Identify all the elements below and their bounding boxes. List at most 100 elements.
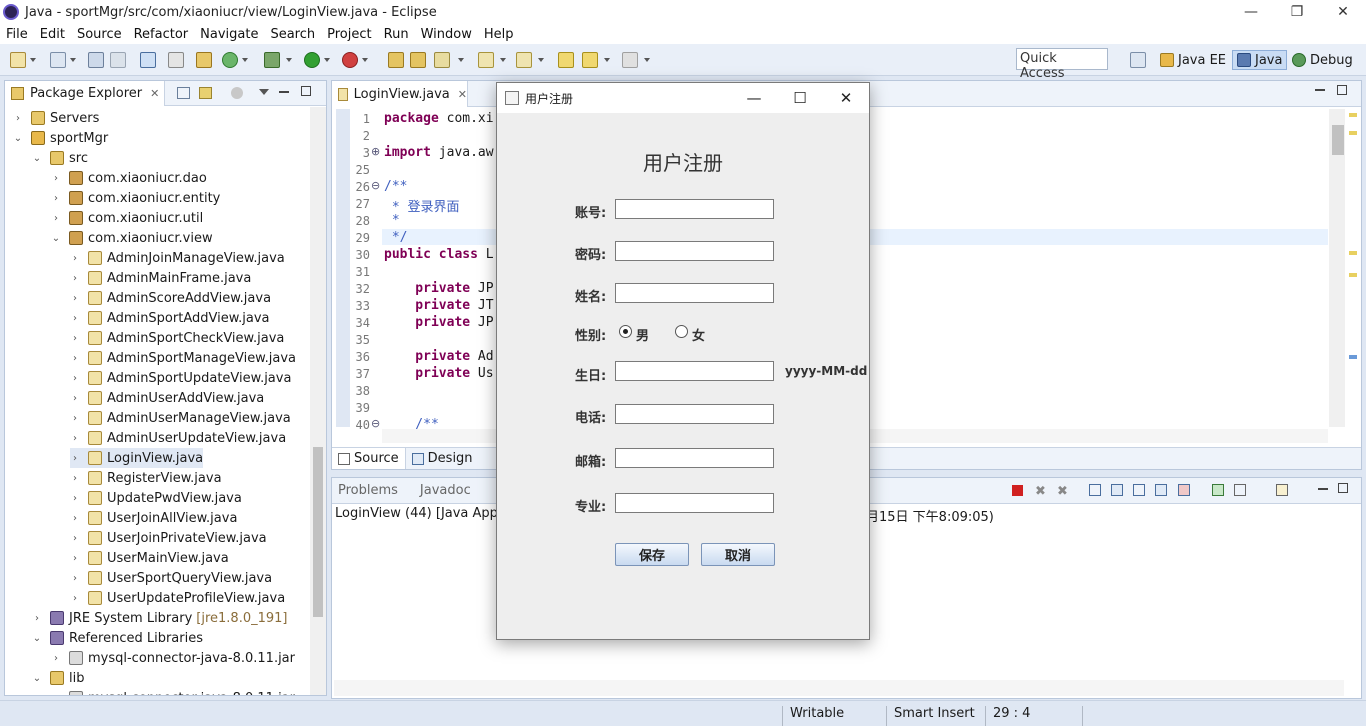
tree-item[interactable]: › UserSportQueryView.java [70, 568, 272, 588]
tree-item[interactable]: › JRE System Library [jre1.8.0_191] [32, 608, 287, 628]
tree-item[interactable]: › LoginView.java [70, 448, 204, 468]
menu-help[interactable]: Help [484, 27, 514, 42]
tree-item[interactable]: › UpdatePwdView.java [70, 488, 242, 508]
tree-item[interactable]: › AdminJoinManageView.java [70, 248, 285, 268]
scroll-lock-icon[interactable] [1111, 484, 1123, 496]
collapsed-icon[interactable]: › [70, 513, 80, 524]
password-input[interactable] [615, 241, 774, 261]
clear-console-icon[interactable] [1089, 484, 1101, 496]
tree-item[interactable]: ⌄ com.xiaoniucr.view [51, 228, 213, 248]
tree-item[interactable]: › UserJoinAllView.java [70, 508, 237, 528]
prev-annotation-icon[interactable] [516, 52, 532, 68]
gender-female-radio[interactable] [675, 325, 688, 338]
maximize-console-icon[interactable] [1338, 483, 1348, 493]
save-icon[interactable] [88, 52, 104, 68]
close-tab-icon[interactable]: ✕ [458, 88, 467, 101]
collapsed-icon[interactable]: › [70, 373, 80, 384]
collapsed-icon[interactable]: › [70, 473, 80, 484]
name-input[interactable] [615, 283, 774, 303]
forward-dropdown-icon[interactable] [644, 58, 650, 62]
debug-dropdown-icon[interactable] [286, 58, 292, 62]
back-dropdown-icon[interactable] [604, 58, 610, 62]
skip-breakpoints-icon[interactable] [168, 52, 184, 68]
new-window-icon[interactable] [50, 52, 66, 68]
tree-item[interactable]: › AdminUserManageView.java [70, 408, 291, 428]
last-edit-icon[interactable] [558, 52, 574, 68]
tree-item[interactable]: › RegisterView.java [70, 468, 222, 488]
collapsed-icon[interactable]: › [70, 293, 80, 304]
tree-item[interactable]: › AdminUserAddView.java [70, 388, 264, 408]
show-stderr-icon[interactable] [1178, 484, 1190, 496]
minimize-console-icon[interactable] [1318, 488, 1328, 490]
run-icon[interactable] [304, 52, 320, 68]
fold-icon[interactable]: ⊕ [371, 145, 380, 158]
tree-item[interactable]: › com.xiaoniucr.dao [51, 168, 207, 188]
tab-source[interactable]: Source [332, 447, 406, 469]
package-icon[interactable] [196, 52, 212, 68]
pin-console-icon[interactable] [1212, 484, 1224, 496]
remove-launch-icon[interactable]: ✖ [1035, 484, 1046, 499]
collapsed-icon[interactable]: › [70, 413, 80, 424]
menu-file[interactable]: File [6, 27, 28, 42]
open-perspective-icon[interactable] [1130, 52, 1146, 68]
dropdown-icon[interactable] [70, 58, 76, 62]
remove-all-icon[interactable]: ✖ [1057, 484, 1068, 499]
birthday-input[interactable] [615, 361, 774, 381]
tree-item[interactable]: ⌄ lib [32, 668, 85, 688]
minimize-editor-icon[interactable] [1315, 89, 1325, 91]
tree-item[interactable]: ⌄ src [32, 148, 88, 168]
tab-package-explorer[interactable]: Package Explorer ✕ [5, 81, 165, 106]
refresh-icon[interactable] [222, 52, 238, 68]
open-type-icon[interactable] [388, 52, 404, 68]
collapsed-icon[interactable]: › [70, 333, 80, 344]
tree-item[interactable]: › UserUpdateProfileView.java [70, 588, 285, 608]
tab-javadoc[interactable]: Javadoc [420, 483, 471, 498]
tree-item[interactable]: › AdminUserUpdateView.java [70, 428, 286, 448]
collapsed-icon[interactable]: › [70, 253, 80, 264]
editor-vertical-scrollbar[interactable] [1329, 109, 1345, 427]
collapsed-icon[interactable]: › [70, 273, 80, 284]
collapsed-icon[interactable]: › [70, 573, 80, 584]
tree-item[interactable]: › AdminScoreAddView.java [70, 288, 271, 308]
collapsed-icon[interactable]: › [70, 533, 80, 544]
close-view-icon[interactable]: ✕ [150, 87, 159, 100]
filter-icon[interactable] [231, 87, 243, 99]
run-dropdown-icon[interactable] [324, 58, 330, 62]
collapsed-icon[interactable]: › [70, 353, 80, 364]
tab-problems[interactable]: Problems [338, 483, 398, 498]
expanded-icon[interactable]: ⌄ [32, 153, 42, 164]
dialog-close-button[interactable]: ✕ [823, 83, 869, 113]
open-console-icon[interactable] [1276, 484, 1288, 496]
dropdown-icon[interactable] [538, 58, 544, 62]
gender-male-radio[interactable] [619, 325, 632, 338]
open-task-icon[interactable] [410, 52, 426, 68]
editor-tab-loginview[interactable]: LoginView.java ✕ [332, 81, 468, 107]
menu-refactor[interactable]: Refactor [134, 27, 189, 42]
console-horizontal-scrollbar[interactable] [334, 680, 1344, 696]
restore-button[interactable]: ❐ [1274, 0, 1320, 24]
debug-icon[interactable] [264, 52, 280, 68]
expanded-icon[interactable]: ⌄ [13, 133, 23, 144]
collapsed-icon[interactable]: › [70, 553, 80, 564]
account-input[interactable] [615, 199, 774, 219]
dropdown-icon[interactable] [242, 58, 248, 62]
perspective-debug[interactable]: Debug [1292, 50, 1353, 70]
search-icon[interactable] [434, 52, 450, 68]
dialog-minimize-button[interactable]: — [731, 83, 777, 113]
tree-item[interactable]: › UserMainView.java [70, 548, 229, 568]
dropdown-icon[interactable] [458, 58, 464, 62]
tree-item[interactable]: mysql-connector-java-8.0.11.jar [51, 688, 295, 695]
menu-edit[interactable]: Edit [40, 27, 65, 42]
collapsed-icon[interactable]: › [70, 433, 80, 444]
collapsed-icon[interactable]: › [13, 113, 23, 124]
collapsed-icon[interactable]: › [70, 453, 80, 464]
next-annotation-icon[interactable] [478, 52, 494, 68]
dialog-maximize-button[interactable]: ☐ [777, 83, 823, 113]
perspective-java[interactable]: Java [1232, 50, 1288, 70]
tree-item[interactable]: › AdminSportUpdateView.java [70, 368, 291, 388]
expanded-icon[interactable]: ⌄ [32, 673, 42, 684]
save-button[interactable]: 保存 [615, 543, 689, 566]
maximize-view-icon[interactable] [301, 86, 311, 96]
new-icon[interactable] [10, 52, 26, 68]
collapsed-icon[interactable]: › [51, 653, 61, 664]
